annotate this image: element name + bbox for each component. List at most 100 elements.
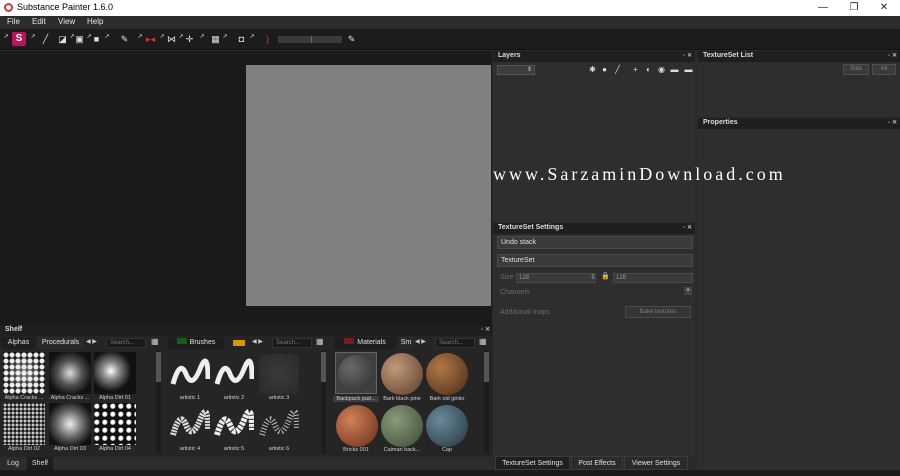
alpha-label: Alpha Dirt 04 [99, 446, 131, 452]
alphas-scrollbar[interactable] [156, 350, 161, 454]
paint-brush-icon[interactable]: ╱ [40, 34, 51, 45]
tab-color-swatch[interactable] [233, 340, 245, 346]
circle-icon[interactable]: ● [600, 65, 609, 74]
polygon-fill-icon[interactable]: ■ [91, 34, 102, 45]
panel-controls-icon[interactable]: ▫ ✕ [481, 326, 490, 333]
layers-header: Layers ▫ ✕ [493, 51, 695, 62]
record-icon[interactable]: ) [262, 34, 273, 45]
mirror-icon[interactable]: ⋈ [166, 34, 177, 45]
maximize-button[interactable]: ❐ [839, 0, 869, 16]
alpha-thumbnail[interactable] [49, 352, 91, 394]
layers-title: Layers [498, 52, 521, 59]
brushes-scrollbar[interactable] [321, 350, 326, 454]
popout-icon[interactable]: ↗ [137, 32, 143, 43]
minimize-button[interactable]: — [808, 0, 838, 16]
brush-thumbnail[interactable] [259, 354, 299, 394]
size-height-select[interactable]: 128 [613, 273, 693, 283]
brush-thumbnail[interactable] [170, 354, 210, 394]
tab-post-effects[interactable]: Post Effects [571, 456, 623, 470]
updown-icon[interactable]: ⇕ [590, 273, 596, 281]
grid-icon[interactable]: ▦ [210, 34, 221, 45]
color-picker-icon[interactable]: ✎ [119, 34, 130, 45]
substance-logo-icon: S [12, 32, 26, 46]
grid-view-icon[interactable]: ▦ [479, 337, 488, 346]
undo-stack-section[interactable]: Undo stack [497, 236, 693, 249]
tab-viewer-settings[interactable]: Viewer Settings [624, 456, 688, 470]
solo-button[interactable]: Solo [843, 64, 869, 75]
panel-controls-icon[interactable]: ▫ ✕ [683, 224, 692, 231]
tab-brushes[interactable]: Brushes [168, 337, 224, 349]
add-mask-icon[interactable]: ◐ [644, 65, 653, 74]
textureset-section[interactable]: TextureSet [497, 254, 693, 267]
popout-icon[interactable]: ↗ [3, 32, 9, 43]
material-thumbnail-selected[interactable] [335, 352, 377, 394]
folder-icon[interactable]: ▬ [670, 65, 679, 74]
popout-icon[interactable]: ↗ [249, 32, 255, 43]
alpha-thumbnail[interactable] [3, 352, 45, 394]
add-layer-icon[interactable]: + [631, 65, 640, 74]
brush-size-slider[interactable] [278, 36, 342, 43]
material-thumbnail[interactable] [381, 405, 423, 447]
tab-scroll-arrows-icon[interactable]: ◀ ▶ [252, 338, 263, 345]
material-label: Backpack pad... [333, 396, 379, 402]
brushes-search-input[interactable]: Search... [272, 338, 312, 348]
alpha-thumbnail[interactable] [3, 403, 45, 445]
tab-smart-materials[interactable]: Sm [399, 337, 413, 349]
brush-thumbnail[interactable] [214, 405, 254, 445]
material-thumbnail[interactable] [426, 405, 468, 447]
brush-thumbnail[interactable] [214, 354, 254, 394]
material-thumbnail[interactable] [426, 353, 468, 395]
panel-controls-icon[interactable]: ▫ ✕ [683, 52, 692, 59]
bake-textures-button[interactable]: Bake textures [625, 306, 691, 318]
symmetry-icon[interactable]: ▸◂ [145, 34, 156, 45]
tab-materials[interactable]: Materials [334, 337, 396, 349]
size-width-select[interactable]: 128 [516, 273, 596, 283]
popout-icon[interactable]: ↗ [199, 32, 205, 43]
tab-alphas[interactable]: Alphas [1, 337, 36, 349]
alpha-thumbnail[interactable] [49, 403, 91, 445]
add-channel-icon[interactable]: + [684, 287, 692, 295]
tab-log[interactable]: Log [3, 457, 23, 470]
menu-help[interactable]: Help [87, 17, 103, 26]
close-button[interactable]: ✕ [869, 0, 899, 16]
transform-icon[interactable]: ✛ [184, 34, 195, 45]
brush-thumbnail[interactable] [259, 405, 299, 445]
effects-icon[interactable]: ✱ [588, 65, 597, 74]
viewport-canvas[interactable] [246, 65, 491, 306]
alphas-search-input[interactable]: Search... [106, 338, 146, 348]
layer-blend-dropdown[interactable]: ⇕ [497, 65, 535, 75]
material-thumbnail[interactable] [336, 405, 378, 447]
panel-controls-icon[interactable]: ▫ ✕ [888, 52, 897, 59]
size-label: Size [500, 274, 514, 281]
popout-icon[interactable]: ↗ [30, 32, 36, 43]
lock-icon[interactable]: 🔒 [601, 272, 610, 280]
materials-scrollbar[interactable] [484, 350, 489, 454]
tab-shelf[interactable]: Shelf [27, 457, 53, 470]
fill-layer-icon[interactable]: ◉ [657, 65, 666, 74]
tab-textureset-settings[interactable]: TextureSet Settings [495, 456, 570, 470]
tab-scroll-arrows-icon[interactable]: ◀ ▶ [86, 338, 97, 345]
eraser-icon[interactable]: ◪ [57, 34, 68, 45]
tab-procedurals[interactable]: Procedurals [37, 337, 84, 349]
brush-thumbnail[interactable] [170, 405, 210, 445]
materials-search-input[interactable]: Search... [435, 338, 475, 348]
alpha-thumbnail[interactable] [94, 403, 136, 445]
popout-icon[interactable]: ↗ [222, 32, 228, 43]
material-thumbnail[interactable] [381, 353, 423, 395]
alpha-thumbnail[interactable] [94, 352, 136, 394]
grid-view-icon[interactable]: ▦ [151, 337, 160, 346]
camera-icon[interactable]: ◘ [236, 34, 247, 45]
popout-icon[interactable]: ↗ [159, 32, 165, 43]
menu-edit[interactable]: Edit [32, 17, 46, 26]
projection-icon[interactable]: ▣ [74, 34, 85, 45]
delete-layer-icon[interactable]: ▬ [684, 65, 693, 74]
paint-icon[interactable]: ╱ [613, 65, 622, 74]
menu-view[interactable]: View [58, 17, 75, 26]
all-button[interactable]: All [872, 64, 896, 75]
pen-icon[interactable]: ✎ [346, 34, 357, 45]
panel-controls-icon[interactable]: ▫ ✕ [888, 119, 897, 126]
popout-icon[interactable]: ↗ [104, 32, 110, 43]
menu-file[interactable]: File [7, 17, 20, 26]
grid-view-icon[interactable]: ▦ [316, 337, 325, 346]
tab-scroll-arrows-icon[interactable]: ◀ ▶ [415, 338, 426, 345]
